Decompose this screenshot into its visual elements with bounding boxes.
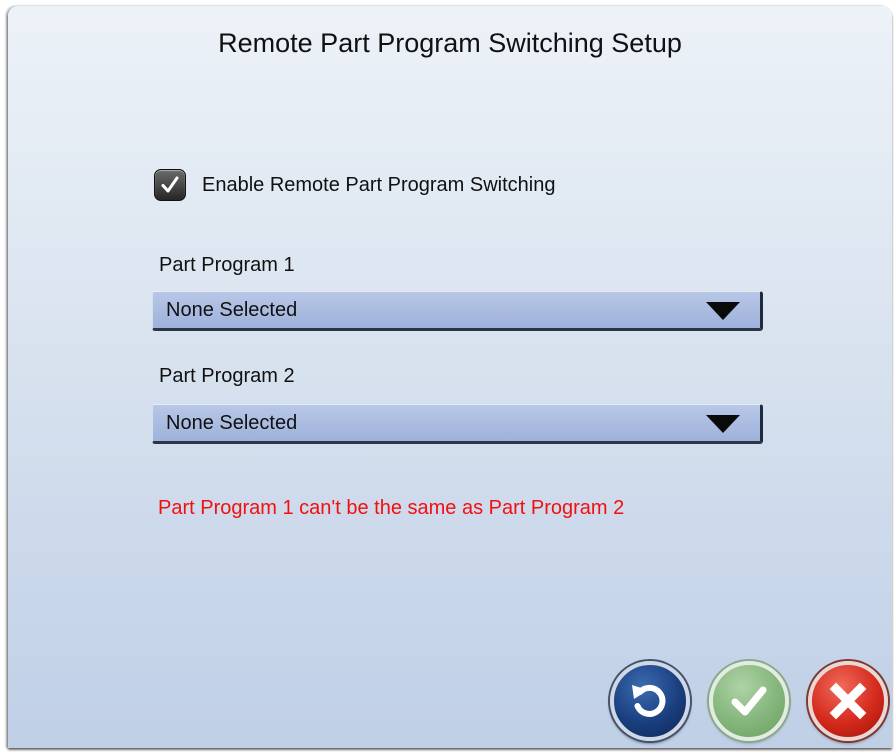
dropdown-arrow-icon bbox=[706, 302, 740, 320]
dialog-title: Remote Part Program Switching Setup bbox=[218, 28, 682, 58]
undo-button[interactable] bbox=[610, 661, 690, 741]
ok-button[interactable] bbox=[709, 661, 789, 741]
enable-switching-checkbox[interactable] bbox=[154, 169, 186, 201]
checkmark-icon bbox=[161, 176, 179, 193]
undo-icon bbox=[632, 684, 666, 717]
enable-switching-row[interactable]: Enable Remote Part Program Switching bbox=[154, 168, 556, 202]
validation-error-message: Part Program 1 can't be the same as Part… bbox=[158, 497, 625, 519]
cancel-button[interactable] bbox=[808, 661, 888, 741]
part-program-1-label: Part Program 1 bbox=[159, 254, 295, 276]
remote-part-program-dialog: Remote Part Program Switching Setup Enab… bbox=[8, 6, 892, 748]
part-program-2-label: Part Program 2 bbox=[159, 365, 295, 387]
dropdown-arrow-icon bbox=[706, 415, 740, 433]
part-program-1-dropdown[interactable]: None Selected bbox=[152, 291, 763, 331]
close-icon bbox=[829, 682, 867, 720]
part-program-2-dropdown[interactable]: None Selected bbox=[152, 404, 763, 444]
part-program-1-value: None Selected bbox=[166, 298, 298, 321]
enable-switching-label[interactable]: Enable Remote Part Program Switching bbox=[202, 174, 556, 197]
part-program-2-value: None Selected bbox=[166, 411, 298, 434]
checkmark-icon bbox=[731, 686, 767, 716]
